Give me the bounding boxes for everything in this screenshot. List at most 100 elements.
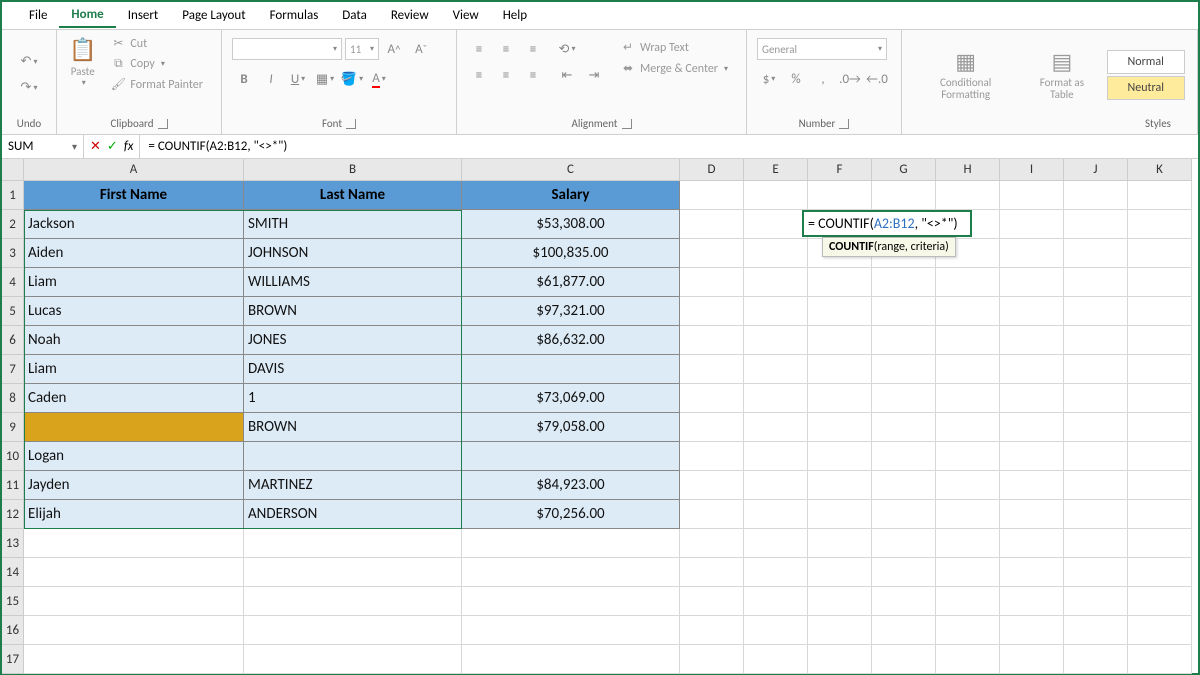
cell[interactable] bbox=[872, 384, 936, 413]
format-painter-button[interactable]: 🖌Format Painter bbox=[106, 75, 207, 94]
cell[interactable] bbox=[244, 645, 462, 674]
cell[interactable] bbox=[1128, 587, 1192, 616]
cell[interactable]: MARTINEZ bbox=[244, 471, 462, 500]
cell[interactable]: BROWN bbox=[244, 413, 462, 442]
cell[interactable]: Salary bbox=[462, 181, 680, 210]
cell[interactable] bbox=[936, 442, 1000, 471]
cell[interactable] bbox=[1000, 500, 1064, 529]
alignment-dialog-launcher[interactable] bbox=[622, 119, 632, 129]
cell[interactable] bbox=[680, 442, 744, 471]
cell[interactable] bbox=[680, 210, 744, 239]
cell[interactable] bbox=[744, 529, 808, 558]
cut-button[interactable]: ✂Cut bbox=[106, 34, 207, 53]
cell[interactable]: $53,308.00 bbox=[462, 210, 680, 239]
cell[interactable] bbox=[936, 471, 1000, 500]
currency-icon[interactable]: $▾ bbox=[757, 68, 781, 90]
comma-icon[interactable]: , bbox=[811, 68, 835, 90]
cell[interactable] bbox=[744, 326, 808, 355]
cell[interactable] bbox=[462, 645, 680, 674]
cell[interactable] bbox=[1064, 384, 1128, 413]
cell[interactable] bbox=[1064, 239, 1128, 268]
row-header-7[interactable]: 7 bbox=[2, 355, 24, 384]
cell[interactable] bbox=[808, 558, 872, 587]
name-box[interactable]: SUM▾ bbox=[2, 135, 84, 158]
cell[interactable]: Logan bbox=[24, 442, 244, 471]
increase-indent-icon[interactable]: ⇥ bbox=[582, 64, 606, 86]
col-header-C[interactable]: C bbox=[462, 159, 680, 181]
cell[interactable] bbox=[24, 645, 244, 674]
row-header-6[interactable]: 6 bbox=[2, 326, 24, 355]
cell[interactable]: $84,923.00 bbox=[462, 471, 680, 500]
row-header-8[interactable]: 8 bbox=[2, 384, 24, 413]
cell[interactable]: BROWN bbox=[244, 297, 462, 326]
cell[interactable] bbox=[462, 558, 680, 587]
cell[interactable] bbox=[936, 384, 1000, 413]
cell[interactable]: $70,256.00 bbox=[462, 500, 680, 529]
cell[interactable] bbox=[1128, 297, 1192, 326]
cell[interactable] bbox=[936, 268, 1000, 297]
col-header-J[interactable]: J bbox=[1064, 159, 1128, 181]
cell[interactable] bbox=[1064, 500, 1128, 529]
cell[interactable] bbox=[808, 413, 872, 442]
cell[interactable]: $79,058.00 bbox=[462, 413, 680, 442]
font-color-icon[interactable]: A▾ bbox=[367, 68, 391, 90]
enter-icon[interactable]: ✓ bbox=[107, 139, 118, 154]
row-header-17[interactable]: 17 bbox=[2, 645, 24, 674]
cell[interactable]: $97,321.00 bbox=[462, 297, 680, 326]
cell[interactable] bbox=[1064, 587, 1128, 616]
cell[interactable] bbox=[680, 471, 744, 500]
cell[interactable] bbox=[744, 239, 808, 268]
row-header-5[interactable]: 5 bbox=[2, 297, 24, 326]
cell[interactable] bbox=[744, 587, 808, 616]
cell[interactable] bbox=[808, 297, 872, 326]
cell[interactable] bbox=[872, 326, 936, 355]
cell[interactable] bbox=[1064, 297, 1128, 326]
cell[interactable] bbox=[1000, 529, 1064, 558]
cell[interactable] bbox=[1000, 210, 1064, 239]
menu-insert[interactable]: Insert bbox=[116, 4, 171, 27]
cell[interactable]: $86,632.00 bbox=[462, 326, 680, 355]
cell[interactable]: $61,877.00 bbox=[462, 268, 680, 297]
cell[interactable]: $100,835.00 bbox=[462, 239, 680, 268]
cell[interactable] bbox=[744, 210, 808, 239]
row-header-14[interactable]: 14 bbox=[2, 558, 24, 587]
cell[interactable]: SMITH bbox=[244, 210, 462, 239]
cell[interactable] bbox=[1128, 181, 1192, 210]
cell[interactable]: ANDERSON bbox=[244, 500, 462, 529]
wrap-text-button[interactable]: ↵Wrap Text bbox=[616, 38, 732, 57]
cell[interactable] bbox=[1128, 210, 1192, 239]
cell[interactable] bbox=[808, 587, 872, 616]
decrease-font-icon[interactable]: Aˇ bbox=[409, 38, 433, 60]
cell[interactable] bbox=[872, 268, 936, 297]
cell[interactable] bbox=[744, 355, 808, 384]
cell[interactable]: First Name bbox=[24, 181, 244, 210]
cell[interactable] bbox=[936, 558, 1000, 587]
undo-icon[interactable]: ↶▾ bbox=[17, 51, 41, 73]
cell[interactable] bbox=[872, 442, 936, 471]
cell[interactable] bbox=[680, 500, 744, 529]
cell[interactable]: Jackson bbox=[24, 210, 244, 239]
cell[interactable] bbox=[808, 616, 872, 645]
cell[interactable] bbox=[808, 500, 872, 529]
cell[interactable] bbox=[808, 384, 872, 413]
cell[interactable] bbox=[744, 413, 808, 442]
cell[interactable] bbox=[808, 471, 872, 500]
cell[interactable] bbox=[24, 558, 244, 587]
cell[interactable]: 1 bbox=[244, 384, 462, 413]
increase-font-icon[interactable]: A^ bbox=[382, 38, 406, 60]
cell[interactable] bbox=[872, 471, 936, 500]
cell[interactable] bbox=[1000, 558, 1064, 587]
cell[interactable] bbox=[244, 587, 462, 616]
cell[interactable] bbox=[244, 529, 462, 558]
cell[interactable] bbox=[872, 616, 936, 645]
cell[interactable] bbox=[1128, 500, 1192, 529]
cell[interactable] bbox=[936, 326, 1000, 355]
cell[interactable] bbox=[24, 587, 244, 616]
cell[interactable] bbox=[1000, 326, 1064, 355]
cell[interactable] bbox=[808, 529, 872, 558]
cell[interactable] bbox=[744, 471, 808, 500]
font-size-select[interactable]: 11▾ bbox=[345, 38, 379, 60]
cell[interactable]: Liam bbox=[24, 268, 244, 297]
cell[interactable] bbox=[680, 181, 744, 210]
cell[interactable] bbox=[1000, 239, 1064, 268]
